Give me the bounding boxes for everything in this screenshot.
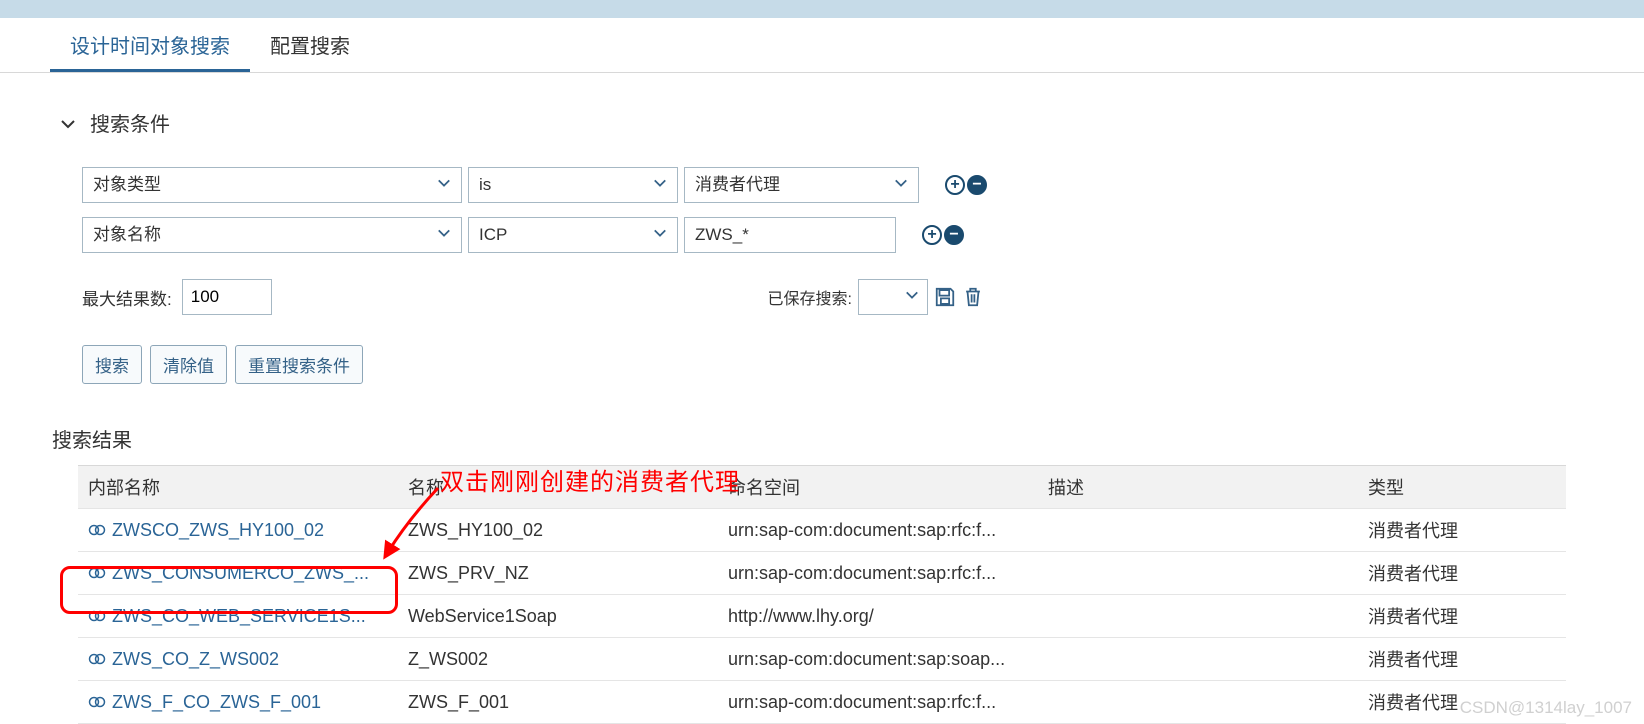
value-input-text: ZWS_* [695,218,749,252]
results-table: 内部名称 名称 命名空间 描述 类型 ZWSCO_ZWS_HY100_02ZWS… [78,465,1566,724]
proxy-icon [88,650,106,668]
tab-config-search[interactable]: 配置搜索 [250,18,370,72]
cell-description [1038,595,1358,638]
criteria-row: 对象类型 is 消费者代理 + − [82,167,1584,203]
cell-description [1038,638,1358,681]
cell-type: 消费者代理 [1358,552,1566,595]
cell-type: 消费者代理 [1358,595,1566,638]
save-icon[interactable] [934,286,956,308]
saved-search-dropdown[interactable] [858,279,928,315]
col-namespace[interactable]: 命名空间 [718,466,1038,509]
col-name[interactable]: 名称 [398,466,718,509]
internal-name-text: ZWS_CO_Z_WS002 [112,649,279,670]
value-dropdown[interactable]: 消费者代理 [684,167,919,203]
cell-name: ZWS_F_001 [398,681,718,724]
proxy-icon [88,693,106,711]
proxy-icon [88,564,106,582]
cell-type: 消费者代理 [1358,681,1566,724]
field-dropdown[interactable]: 对象类型 [82,167,462,203]
col-type[interactable]: 类型 [1358,466,1566,509]
search-button[interactable]: 搜索 [82,345,142,384]
caret-down-icon [437,168,451,202]
proxy-icon [88,607,106,625]
cell-name: Z_WS002 [398,638,718,681]
cell-type: 消费者代理 [1358,509,1566,552]
cell-description [1038,552,1358,595]
internal-name-text: ZWS_CONSUMERCO_ZWS_... [112,563,369,584]
internal-name-text: ZWSCO_ZWS_HY100_02 [112,520,324,541]
internal-name-text: ZWS_F_CO_ZWS_F_001 [112,692,321,713]
saved-search-label: 已保存搜索: [768,285,852,309]
criteria-title: 搜索条件 [90,108,170,137]
internal-name-link[interactable]: ZWS_CO_WEB_SERVICE1S... [88,606,388,627]
results-title: 搜索结果 [0,394,1644,465]
operator-dropdown[interactable]: ICP [468,217,678,253]
cell-name: ZWS_PRV_NZ [398,552,718,595]
cell-namespace: http://www.lhy.org/ [718,595,1038,638]
cell-type: 消费者代理 [1358,638,1566,681]
value-dropdown-value: 消费者代理 [695,168,780,202]
cell-namespace: urn:sap-com:document:sap:rfc:f... [718,552,1038,595]
reset-button[interactable]: 重置搜索条件 [235,345,363,384]
caret-down-icon [905,288,919,307]
max-results-label: 最大结果数: [82,285,172,310]
table-row[interactable]: ZWSCO_ZWS_HY100_02 ZWS_HY100_02urn:sap-co… [78,509,1566,552]
internal-name-link[interactable]: ZWSCO_ZWS_HY100_02 [88,520,388,541]
table-row[interactable]: ZWS_CO_Z_WS002 Z_WS002urn:sap-com:documen… [78,638,1566,681]
field-dropdown-value: 对象类型 [93,168,161,202]
cell-name: WebService1Soap [398,595,718,638]
cell-namespace: urn:sap-com:document:sap:rfc:f... [718,681,1038,724]
caret-down-icon [894,168,908,202]
value-input[interactable]: ZWS_* [684,217,896,253]
add-criteria-button[interactable]: + [945,175,965,195]
remove-criteria-button[interactable]: − [944,225,964,245]
internal-name-link[interactable]: ZWS_F_CO_ZWS_F_001 [88,692,388,713]
internal-name-text: ZWS_CO_WEB_SERVICE1S... [112,606,366,627]
col-internal-name[interactable]: 内部名称 [78,466,398,509]
tab-design-time-search[interactable]: 设计时间对象搜索 [50,18,250,72]
clear-button[interactable]: 清除值 [150,345,227,384]
internal-name-link[interactable]: ZWS_CO_Z_WS002 [88,649,388,670]
caret-down-icon [653,218,667,252]
chevron-down-icon [60,115,76,131]
operator-dropdown-value: ICP [479,218,507,252]
criteria-header[interactable]: 搜索条件 [60,108,1584,137]
table-row[interactable]: ZWS_CO_WEB_SERVICE1S... WebService1Soapht… [78,595,1566,638]
col-description[interactable]: 描述 [1038,466,1358,509]
table-row[interactable]: ZWS_CONSUMERCO_ZWS_... ZWS_PRV_NZurn:sap-… [78,552,1566,595]
cell-namespace: urn:sap-com:document:sap:rfc:f... [718,509,1038,552]
tab-strip: 设计时间对象搜索 配置搜索 [0,18,1644,73]
cell-name: ZWS_HY100_02 [398,509,718,552]
cell-description [1038,681,1358,724]
internal-name-link[interactable]: ZWS_CONSUMERCO_ZWS_... [88,563,388,584]
title-bar [0,0,1644,18]
caret-down-icon [653,168,667,202]
add-criteria-button[interactable]: + [922,225,942,245]
remove-criteria-button[interactable]: − [967,175,987,195]
field-dropdown[interactable]: 对象名称 [82,217,462,253]
max-results-input[interactable] [182,279,272,315]
proxy-icon [88,521,106,539]
cell-namespace: urn:sap-com:document:sap:soap... [718,638,1038,681]
cell-description [1038,509,1358,552]
criteria-row: 对象名称 ICP ZWS_* + − [82,217,1584,253]
caret-down-icon [437,218,451,252]
trash-icon[interactable] [962,286,984,308]
operator-dropdown[interactable]: is [468,167,678,203]
field-dropdown-value: 对象名称 [93,218,161,252]
operator-dropdown-value: is [479,168,491,202]
table-row[interactable]: ZWS_F_CO_ZWS_F_001 ZWS_F_001urn:sap-com:d… [78,681,1566,724]
